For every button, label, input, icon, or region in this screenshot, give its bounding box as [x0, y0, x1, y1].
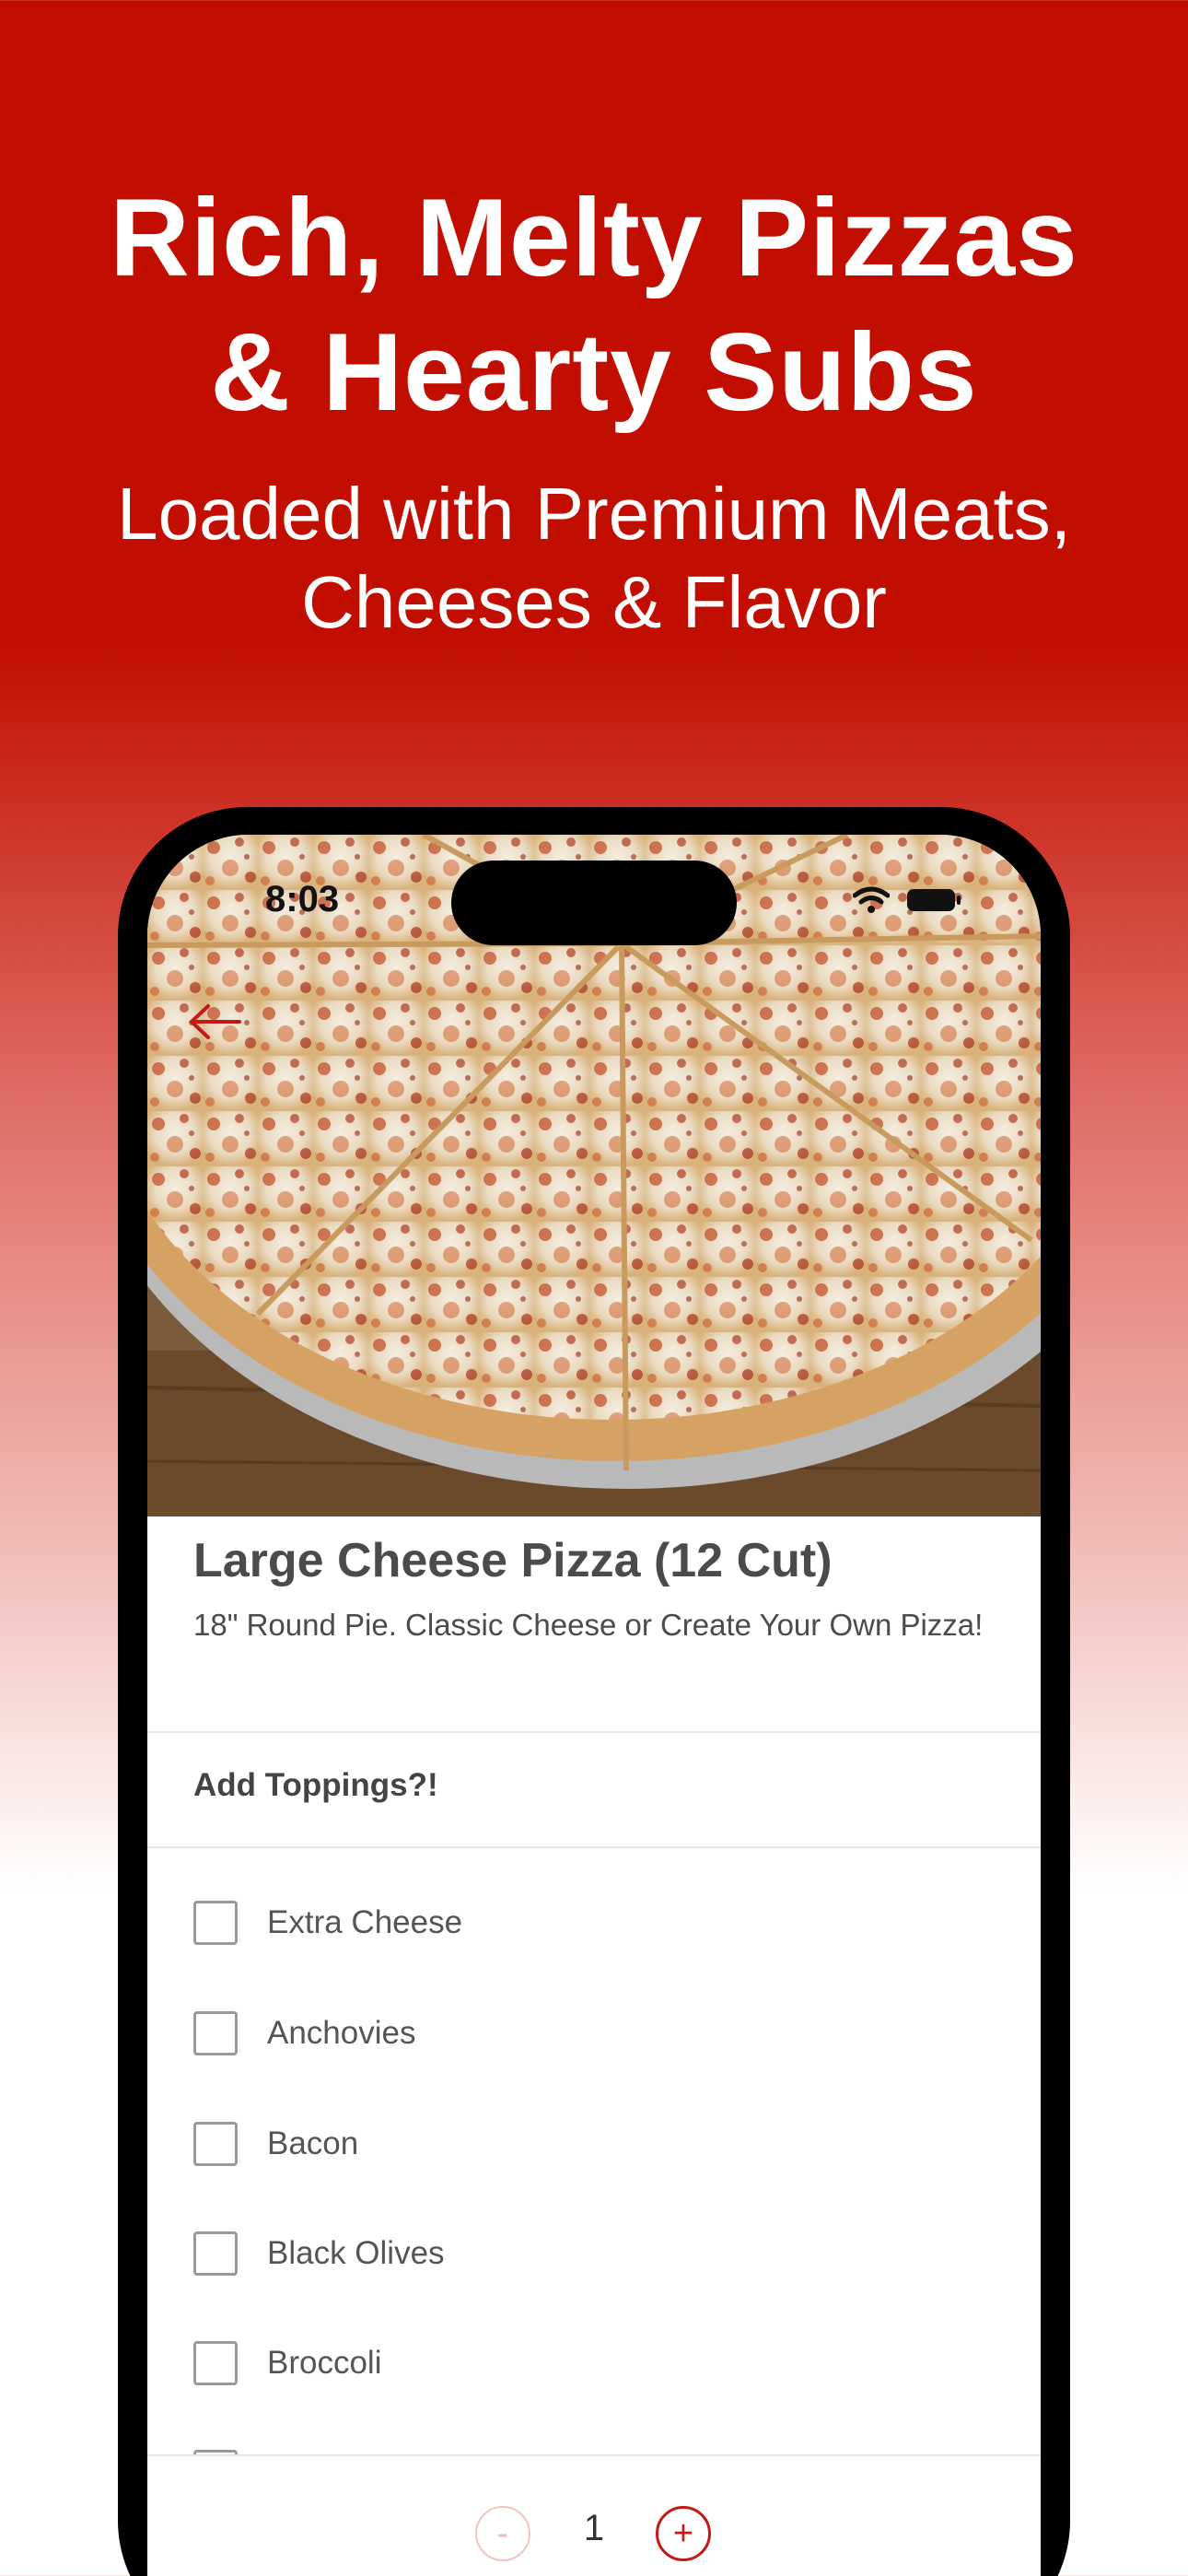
- topping-option-bacon[interactable]: Bacon: [193, 2121, 358, 2167]
- promo-subline: Loaded with Premium Meats, Cheeses & Fla…: [0, 470, 1188, 647]
- checkbox[interactable]: [193, 2231, 238, 2276]
- quantity-decrease-button[interactable]: -: [475, 2506, 530, 2561]
- headline-line-1: Rich, Melty Pizzas: [110, 176, 1078, 299]
- divider: [147, 1731, 1041, 1733]
- toppings-section-label: Add Toppings?!: [193, 1767, 438, 1803]
- topping-option-extra-cheese[interactable]: Extra Cheese: [193, 1900, 462, 1946]
- back-arrow-icon[interactable]: [182, 999, 247, 1045]
- quantity-bar: - 1 +: [147, 2454, 1041, 2576]
- topping-label: Bacon: [267, 2125, 359, 2161]
- topping-label: Extra Cheese: [267, 1904, 463, 1940]
- item-description: 18" Round Pie. Classic Cheese or Create …: [193, 1608, 984, 1642]
- topping-option-black-olives[interactable]: Black Olives: [193, 2231, 445, 2277]
- battery-icon: [907, 889, 961, 911]
- phone-screen: 8:03 Large Cheese Pizza (12 Cut) 18" Rou…: [147, 835, 1041, 2576]
- wifi-icon: [853, 886, 890, 913]
- pizza-photo: 8:03: [147, 835, 1041, 1516]
- subline-line-1: Loaded with Premium Meats,: [116, 473, 1071, 555]
- checkbox[interactable]: [193, 2341, 238, 2385]
- checkbox[interactable]: [193, 2122, 238, 2166]
- topping-option-broccoli[interactable]: Broccoli: [193, 2340, 381, 2386]
- status-icons: [853, 886, 961, 914]
- divider: [147, 1846, 1041, 1848]
- headline-line-2: & Hearty Subs: [210, 310, 978, 434]
- subline-line-2: Cheeses & Flavor: [301, 561, 887, 643]
- item-title: Large Cheese Pizza (12 Cut): [193, 1534, 833, 1587]
- quantity-value: 1: [583, 2508, 605, 2548]
- dynamic-island: [451, 861, 737, 945]
- topping-label: Anchovies: [267, 2015, 416, 2051]
- status-time: 8:03: [265, 879, 340, 919]
- topping-label: Black Olives: [267, 2235, 445, 2271]
- checkbox[interactable]: [193, 1901, 238, 1945]
- checkbox[interactable]: [193, 2011, 238, 2055]
- promo-headline: Rich, Melty Pizzas & Hearty Subs: [0, 170, 1188, 439]
- quantity-increase-button[interactable]: +: [656, 2506, 711, 2561]
- topping-option-anchovies[interactable]: Anchovies: [193, 2010, 415, 2056]
- topping-label: Broccoli: [267, 2345, 382, 2381]
